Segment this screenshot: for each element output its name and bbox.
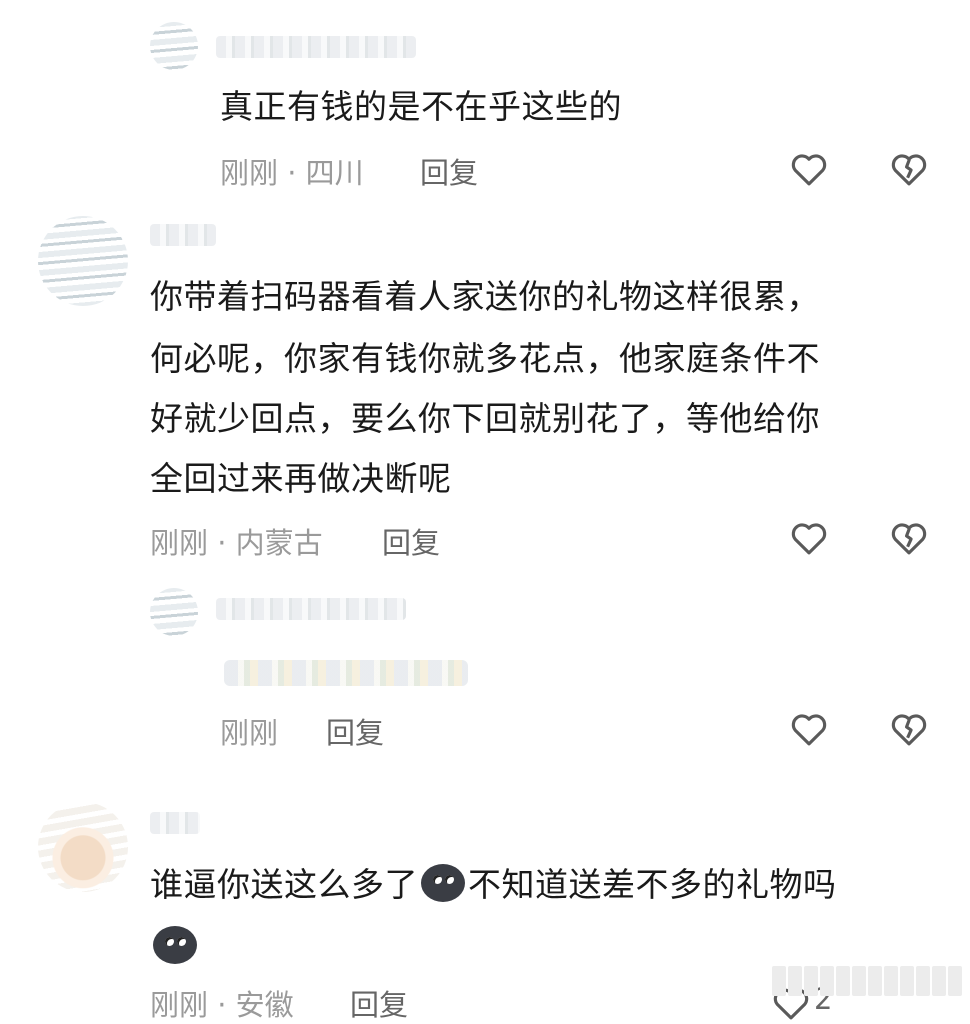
heart-outline-icon[interactable] [788,148,830,190]
username[interactable] [216,36,416,58]
comment-text-part: 不知道送差不多的礼物吗 [468,865,837,904]
comment-text-line: 全回过来再做决断呢 [150,459,452,498]
blurred-comment-text [224,660,468,686]
comment-text: 真正有钱的是不在乎这些的 [220,87,622,126]
reply-button[interactable]: 回复 [326,710,384,752]
username[interactable] [216,598,406,620]
username[interactable] [150,224,216,246]
comment-time: 刚刚 · 安徽 [150,988,294,1022]
dark-face-emoji-icon [421,864,465,902]
reply-button[interactable]: 回复 [420,150,478,192]
broken-heart-icon[interactable] [888,708,930,750]
comment-time: 刚刚 [220,716,279,750]
comment-text-part: 谁逼你送这么多了 [150,865,418,904]
avatar[interactable] [150,588,198,636]
avatar[interactable] [38,802,128,892]
username[interactable] [150,812,200,834]
reply-button[interactable]: 回复 [382,520,440,562]
watermark [772,966,962,996]
heart-outline-icon[interactable] [788,517,830,559]
comment-text: 谁逼你送这么多了 不知道送差不多的礼物吗 [150,854,837,916]
broken-heart-icon[interactable] [888,148,930,190]
comment-time: 刚刚 · 内蒙古 [150,526,323,560]
heart-outline-icon[interactable] [788,708,830,750]
comment-text-line: 好就少回点，要么你下回就别花了，等他给你 [150,399,820,438]
dark-face-emoji-icon [153,926,197,964]
avatar[interactable] [150,22,198,70]
comment-text-line: 你带着扫码器看着人家送你的礼物这样很累， [150,277,820,316]
comment-time: 刚刚 · 四川 [220,156,364,190]
broken-heart-icon[interactable] [888,517,930,559]
comment-text-line: 何必呢，你家有钱你就多花点，他家庭条件不 [150,339,820,378]
avatar[interactable] [38,216,128,306]
reply-button[interactable]: 回复 [350,982,408,1024]
